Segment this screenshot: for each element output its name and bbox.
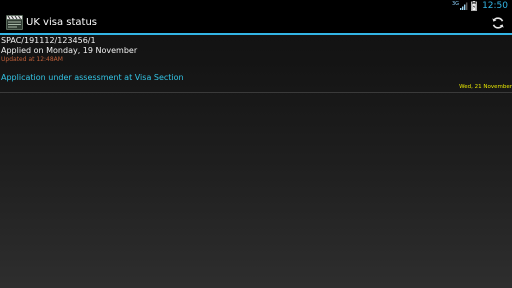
list-divider (0, 92, 512, 93)
battery-icon (471, 1, 477, 11)
signal-icon (460, 2, 468, 10)
refresh-button[interactable] (489, 14, 506, 31)
clock: 12:50 (482, 1, 508, 11)
application-status: Application under assessment at Visa Sec… (1, 73, 184, 82)
refresh-icon (491, 16, 504, 29)
last-updated: Updated at 12:48AM (1, 56, 63, 63)
clapperboard-icon (6, 15, 23, 30)
network-type-label: 3G (452, 0, 460, 7)
status-bar: 3G 12:50 (0, 0, 512, 12)
applied-date: Applied on Monday, 19 November (1, 46, 138, 55)
visa-application-item[interactable]: SPAC/191112/123456/1 Applied on Monday, … (0, 35, 512, 93)
app-title: UK visa status (26, 17, 97, 28)
status-date: Wed, 21 November (459, 84, 512, 90)
action-bar: UK visa status (0, 12, 512, 33)
status-icons: 3G 12:50 (452, 0, 508, 12)
